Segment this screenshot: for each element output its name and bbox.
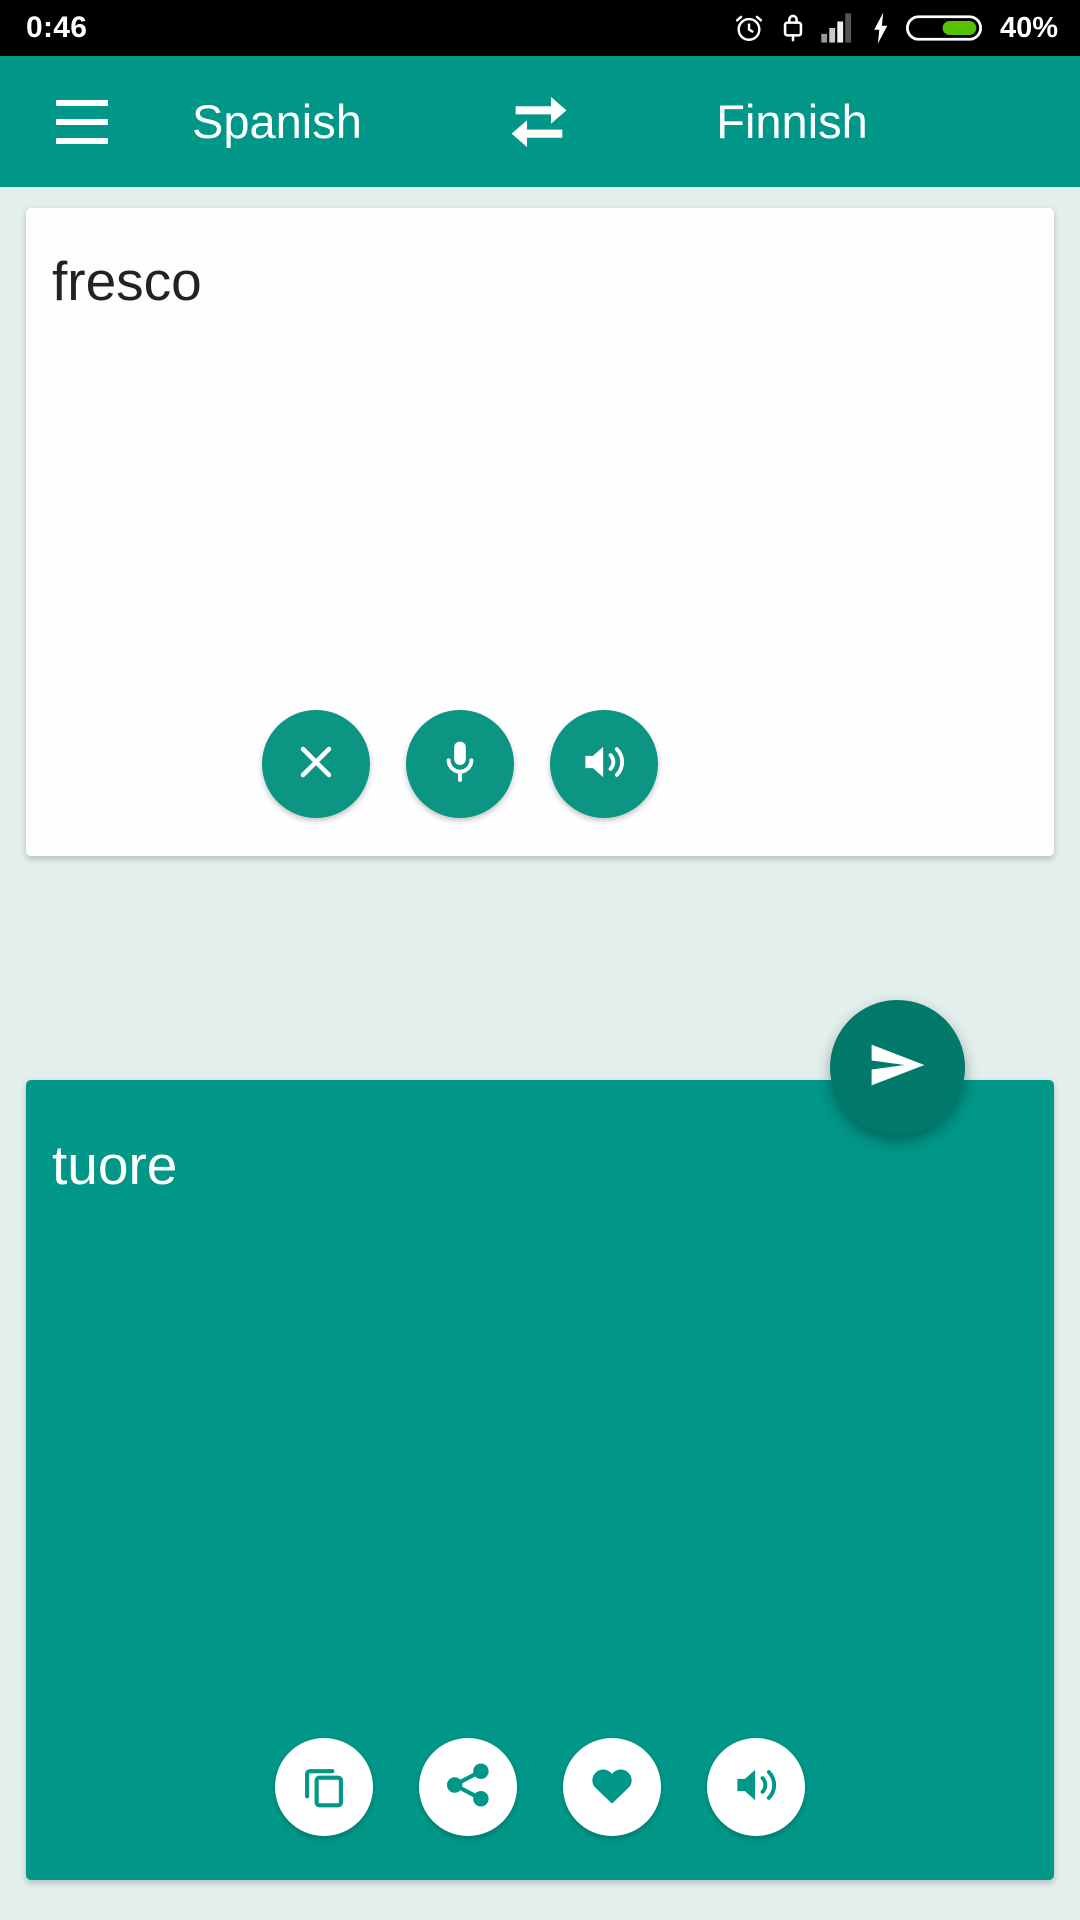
source-text[interactable]: fresco [52,248,202,314]
menu-line [56,118,108,125]
translated-text: tuore [52,1134,178,1196]
share-icon [443,1760,493,1815]
signal-bars-icon [820,12,856,44]
swap-languages-icon[interactable] [496,79,582,165]
source-text-card[interactable]: fresco [26,208,1054,856]
hamburger-menu-icon[interactable] [34,74,130,170]
status-bar: 0:46 40% [0,0,1080,56]
menu-line [56,137,108,144]
result-actions [26,1738,1054,1836]
share-button[interactable] [419,1738,517,1836]
translate-send-button[interactable] [830,1000,965,1135]
microphone-button[interactable] [406,710,514,818]
speaker-icon [730,1759,782,1816]
usb-lock-icon [780,11,806,45]
alarm-clock-icon [732,11,766,45]
copy-icon [298,1759,350,1816]
source-actions [26,710,1054,818]
translation-result-card[interactable]: tuore [26,1080,1054,1880]
microphone-icon [435,737,485,792]
charging-bolt-icon [870,11,892,45]
clear-button[interactable] [262,710,370,818]
heart-icon [586,1759,638,1816]
battery-percent: 40% [999,11,1058,44]
status-icons: 40% [732,11,1058,45]
speak-source-button[interactable] [550,710,658,818]
battery-icon [905,11,982,45]
status-time: 0:46 [26,11,88,44]
speaker-icon [578,736,630,793]
speak-target-button[interactable] [707,1738,805,1836]
app-bar: Spanish Finnish [0,56,1080,187]
close-icon [290,736,342,793]
send-icon [862,1029,934,1106]
copy-button[interactable] [275,1738,373,1836]
favorite-button[interactable] [563,1738,661,1836]
source-language-selector[interactable]: Spanish [192,98,362,145]
menu-line [56,99,108,106]
target-language-selector[interactable]: Finnish [716,98,868,145]
